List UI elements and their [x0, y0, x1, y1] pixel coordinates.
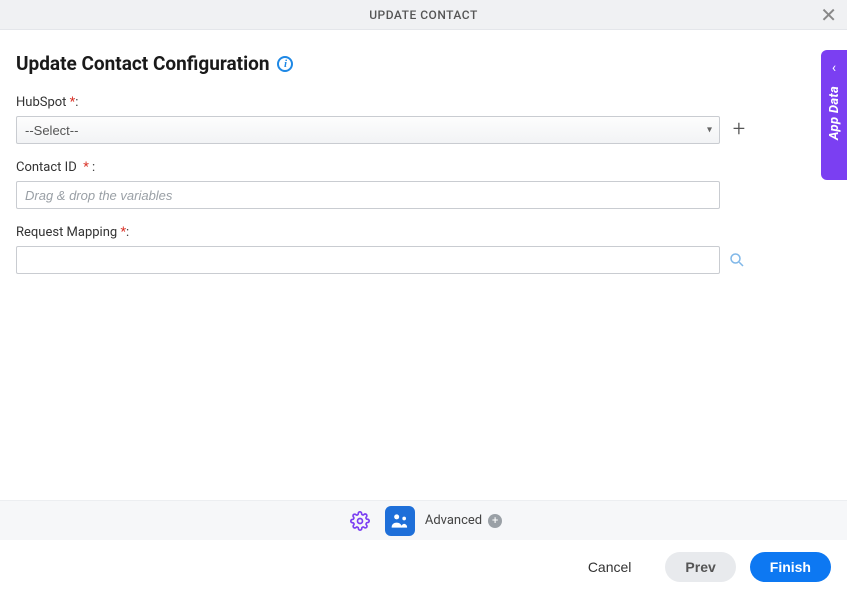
- plus-circle-icon: +: [488, 514, 502, 528]
- hubspot-label-text: HubSpot: [16, 95, 66, 110]
- info-icon[interactable]: i: [277, 56, 293, 72]
- section-title: Update Contact Configuration i: [16, 52, 827, 75]
- prev-button[interactable]: Prev: [665, 552, 735, 582]
- settings-button[interactable]: [345, 506, 375, 536]
- gear-icon: [350, 511, 370, 531]
- contacts-button[interactable]: [385, 506, 415, 536]
- search-icon[interactable]: [728, 251, 746, 269]
- app-data-label: App Data: [827, 86, 842, 140]
- request-mapping-label: Request Mapping *:: [16, 225, 827, 240]
- modal-body: Update Contact Configuration i HubSpot *…: [0, 30, 847, 500]
- section-title-text: Update Contact Configuration: [16, 52, 269, 75]
- hubspot-label: HubSpot *:: [16, 95, 827, 110]
- request-mapping-field: Request Mapping *:: [16, 225, 827, 274]
- close-icon[interactable]: ✕: [820, 5, 837, 25]
- hubspot-select[interactable]: --Select--: [16, 116, 720, 144]
- modal-title: UPDATE CONTACT: [369, 8, 478, 22]
- hubspot-row: --Select-- ▾ +: [16, 116, 827, 144]
- request-mapping-input[interactable]: [16, 246, 720, 274]
- modal-footer: Cancel Prev Finish: [0, 540, 847, 594]
- advanced-button[interactable]: Advanced +: [425, 513, 502, 528]
- contact-id-label: Contact ID * :: [16, 160, 827, 175]
- request-mapping-label-text: Request Mapping: [16, 225, 117, 240]
- bottom-toolbar: Advanced +: [0, 500, 847, 540]
- add-hubspot-button[interactable]: +: [730, 121, 748, 139]
- hubspot-select-wrap: --Select-- ▾: [16, 116, 720, 144]
- modal-header: UPDATE CONTACT ✕: [0, 0, 847, 30]
- contacts-icon: [390, 511, 410, 531]
- contact-id-field: Contact ID * :: [16, 160, 827, 209]
- advanced-label: Advanced: [425, 513, 482, 528]
- hubspot-field: HubSpot *: --Select-- ▾ +: [16, 95, 827, 144]
- app-data-tab[interactable]: ‹ App Data: [821, 50, 847, 180]
- chevron-left-icon: ‹: [832, 60, 836, 76]
- cancel-button[interactable]: Cancel: [568, 552, 652, 582]
- update-contact-modal: UPDATE CONTACT ✕ Update Contact Configur…: [0, 0, 847, 594]
- required-marker: *: [70, 95, 76, 110]
- request-mapping-row: [16, 246, 827, 274]
- contact-id-label-text: Contact ID: [16, 160, 77, 175]
- contact-id-input[interactable]: [16, 181, 720, 209]
- required-marker: *: [120, 225, 126, 240]
- finish-button[interactable]: Finish: [750, 552, 831, 582]
- required-marker: *: [83, 160, 89, 175]
